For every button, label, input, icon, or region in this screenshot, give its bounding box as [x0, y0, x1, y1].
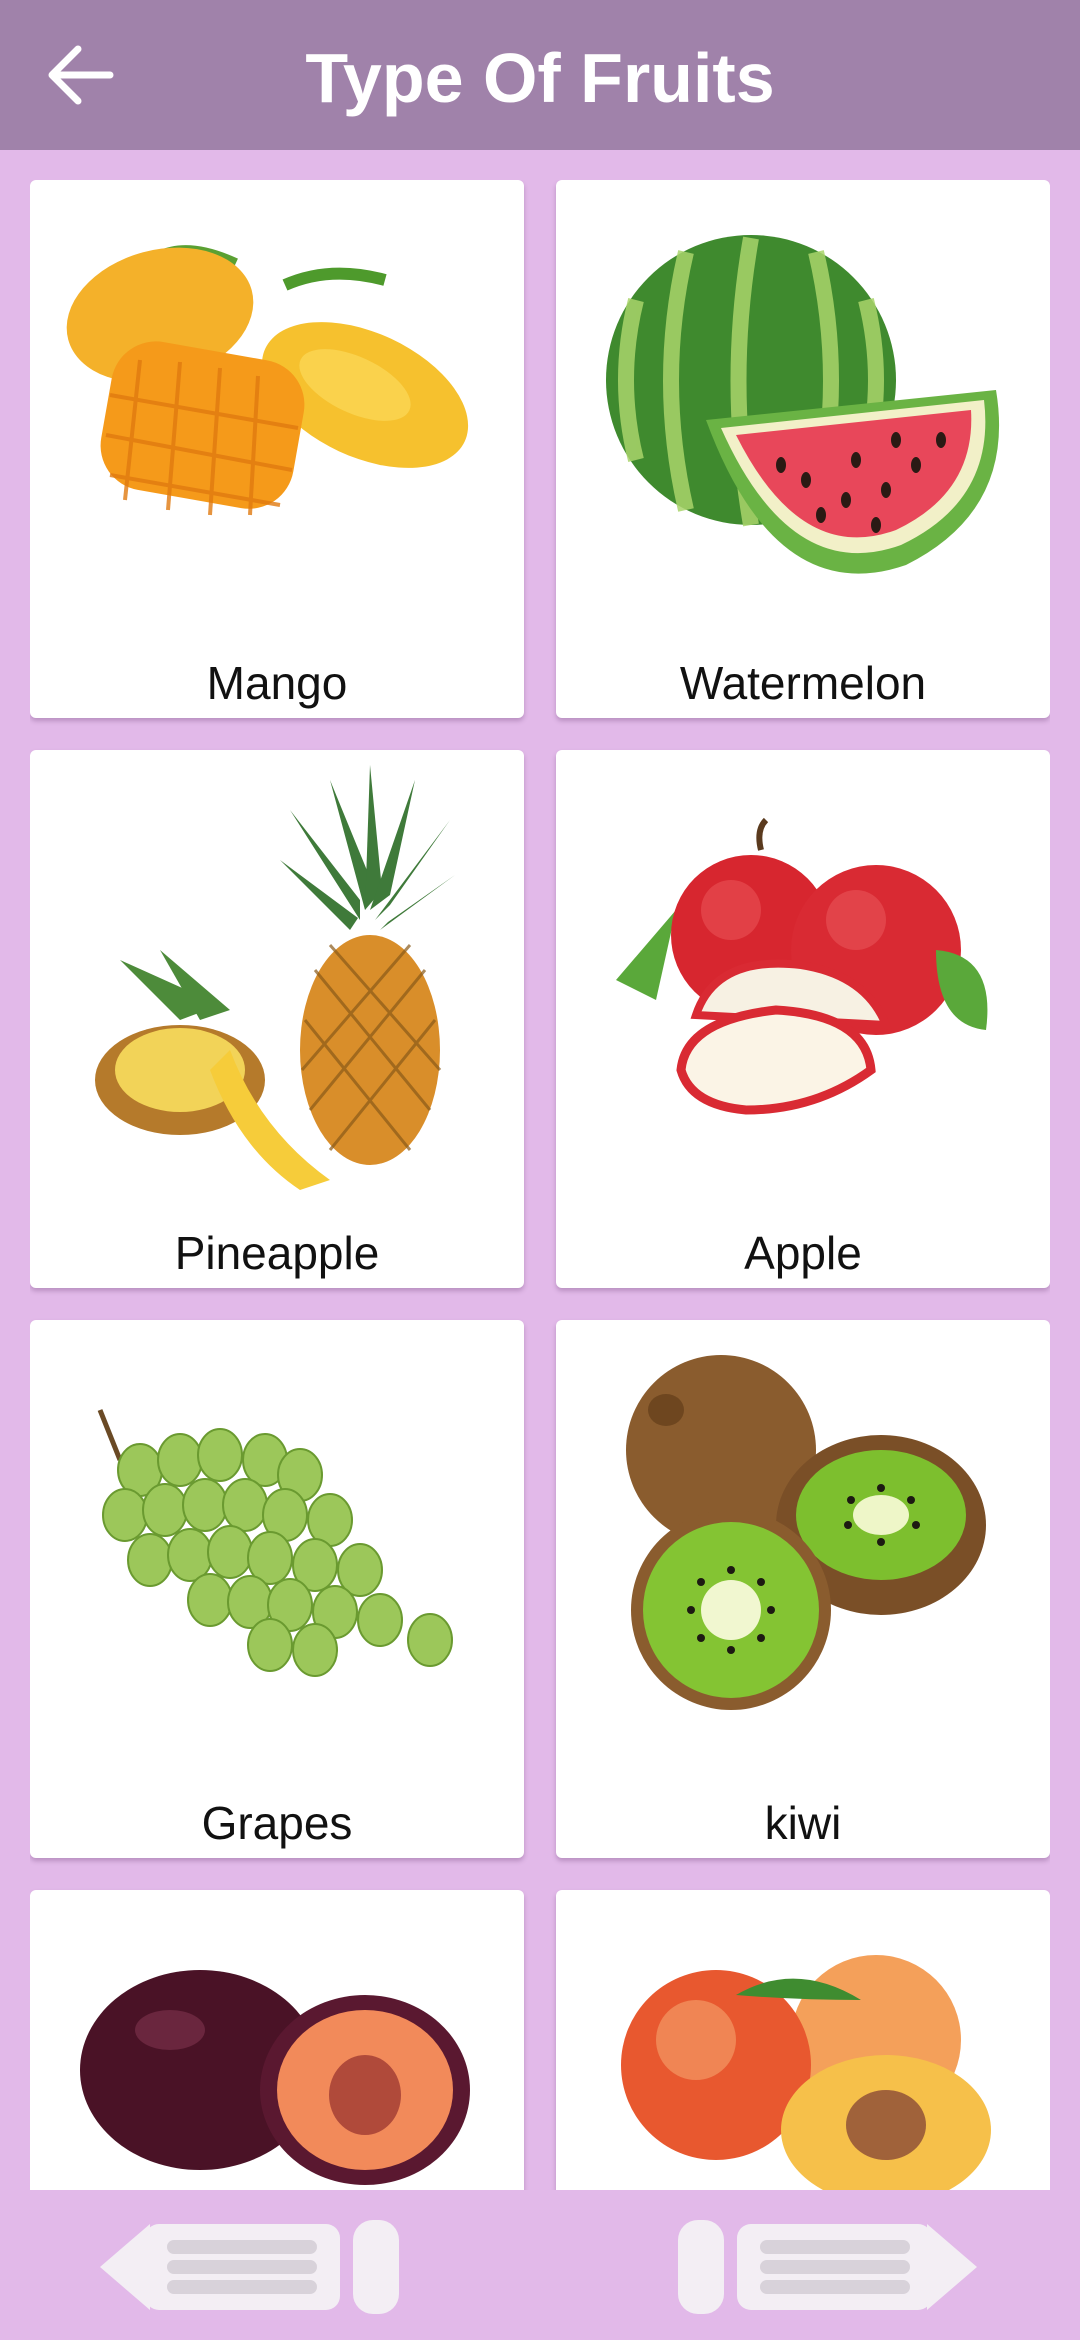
fruit-label: Watermelon — [679, 657, 927, 709]
fruit-label: Grapes — [201, 1797, 353, 1849]
fruit-card-mango[interactable]: Mango — [30, 180, 524, 718]
fruit-card-grapes[interactable]: Grapes — [30, 1320, 524, 1858]
fruit-grid: Mango Watermelon Pineapple Apple Grapes … — [30, 180, 1050, 2190]
bottom-navigation — [0, 2190, 1080, 2340]
fruit-label: Pineapple — [174, 1227, 380, 1279]
arrow-next-icon — [678, 2220, 977, 2314]
arrow-previous-icon — [100, 2220, 399, 2314]
peach-image — [621, 1955, 991, 2190]
fruit-label: kiwi — [764, 1797, 842, 1849]
kiwi-image — [626, 1355, 986, 1710]
plum-image — [80, 1970, 470, 2185]
fruit-label: Mango — [206, 657, 348, 709]
apple-image — [616, 817, 988, 1115]
grapes-image — [97, 1409, 453, 1677]
pineapple-image — [95, 765, 455, 1190]
fruit-label: Apple — [744, 1227, 862, 1279]
next-button[interactable] — [672, 2212, 982, 2322]
fruit-card-pineapple[interactable]: Pineapple — [30, 750, 524, 1288]
fruit-card-apple[interactable]: Apple — [556, 750, 1050, 1288]
watermelon-image — [606, 235, 1000, 574]
page-title: Type Of Fruits — [305, 39, 775, 117]
fruit-card-watermelon[interactable]: Watermelon — [556, 180, 1050, 718]
fruit-card-peach[interactable] — [556, 1890, 1050, 2190]
fruit-card-plum[interactable] — [30, 1890, 524, 2190]
previous-button[interactable] — [95, 2212, 405, 2322]
fruit-card-kiwi[interactable]: kiwi — [556, 1320, 1050, 1858]
app-bar: Type Of Fruits — [0, 0, 1080, 150]
mango-image — [66, 245, 469, 516]
